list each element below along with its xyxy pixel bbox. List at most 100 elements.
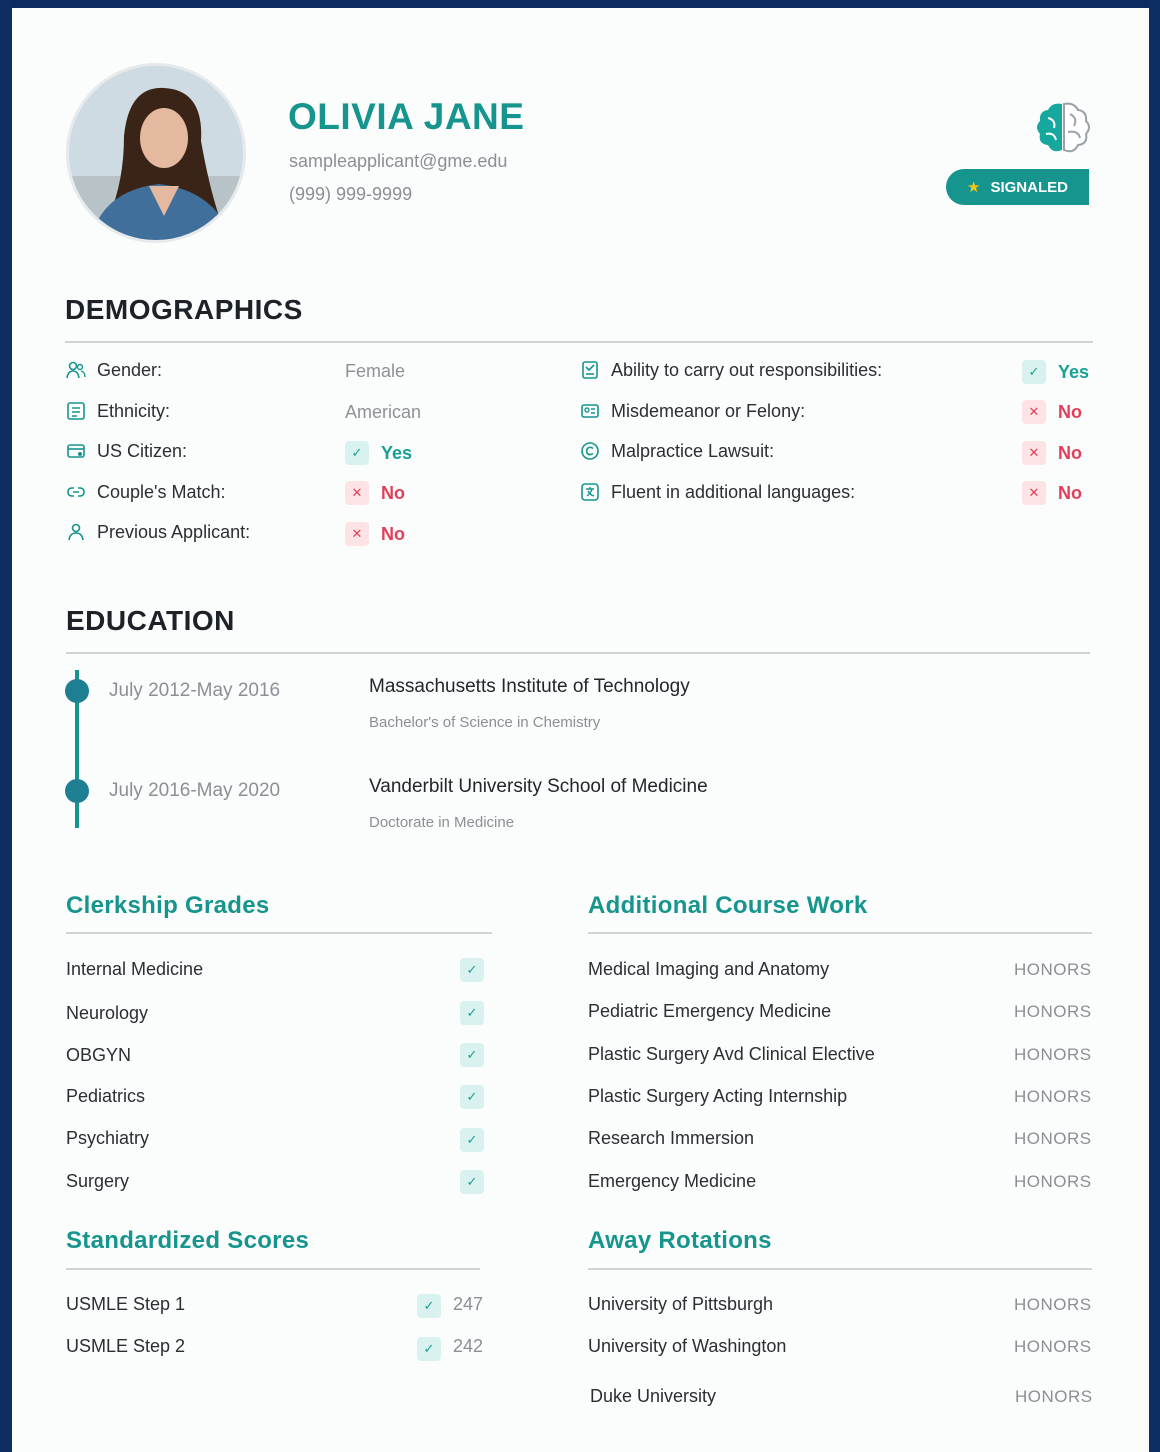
list-item: Surgery	[66, 1171, 130, 1191]
list-item: OBGYN	[66, 1045, 132, 1065]
us-citizen-label: US Citizen:	[97, 440, 188, 461]
signaled-badge-label: SIGNALED	[990, 178, 1068, 196]
education-divider	[66, 652, 1090, 654]
responsibilities-answer: Yes	[1058, 361, 1090, 382]
person-icon	[65, 521, 87, 543]
previous-applicant-answer: No	[381, 523, 405, 544]
previous-applicant-value: ✕ No	[345, 522, 405, 546]
list-item: University of Pittsburgh	[588, 1294, 774, 1314]
ethnicity-row: Ethnicity:	[65, 400, 170, 422]
coursework-heading: Additional Course Work	[588, 892, 868, 919]
timeline-dot	[65, 679, 89, 703]
rotations-divider	[588, 1268, 1092, 1270]
score-value: 242	[453, 1336, 484, 1356]
timeline-dot	[65, 779, 89, 803]
languages-value: ✕ No	[1022, 481, 1082, 505]
list-item: USMLE Step 2	[66, 1336, 186, 1356]
check-icon: ✓	[460, 1043, 484, 1067]
responsibilities-row: Ability to carry out responsibilities:	[579, 359, 882, 381]
list-item: University of Washington	[588, 1336, 787, 1356]
misdemeanor-answer: No	[1058, 401, 1082, 422]
clerkship-divider	[66, 932, 492, 934]
gender-value: Female	[345, 361, 406, 381]
education-school: Vanderbilt University School of Medicine	[369, 776, 708, 797]
education-school: Massachusetts Institute of Technology	[369, 676, 690, 697]
previous-applicant-label: Previous Applicant:	[97, 521, 251, 542]
grade-label: HONORS	[1014, 1295, 1092, 1314]
us-citizen-value: ✓ Yes	[345, 441, 412, 465]
responsibilities-label: Ability to carry out responsibilities:	[611, 359, 883, 380]
link-icon	[65, 481, 87, 503]
list-item: Plastic Surgery Avd Clinical Elective	[588, 1044, 875, 1064]
id-card-icon	[579, 400, 601, 422]
cross-icon: ✕	[345, 481, 369, 505]
grade-label: HONORS	[1014, 1087, 1092, 1106]
passport-icon	[65, 440, 87, 462]
check-icon: ✓	[460, 1128, 484, 1152]
check-icon: ✓	[1022, 360, 1046, 384]
list-item: Duke University	[590, 1386, 717, 1406]
cross-icon: ✕	[1022, 481, 1046, 505]
list-item: Psychiatry	[66, 1128, 150, 1148]
grade-label: HONORS	[1014, 1129, 1092, 1148]
grade-label: HONORS	[1014, 1172, 1092, 1191]
list-item: USMLE Step 1	[66, 1294, 186, 1314]
grade-label: HONORS	[1015, 1387, 1093, 1406]
people-icon	[65, 359, 87, 381]
applicant-email[interactable]: sampleapplicant@gme.edu	[289, 151, 507, 172]
check-icon: ✓	[460, 958, 484, 982]
check-icon: ✓	[417, 1294, 441, 1318]
languages-row: Fluent in additional languages:	[579, 481, 855, 503]
education-dates: July 2016-May 2020	[109, 780, 281, 801]
check-icon: ✓	[460, 1170, 484, 1194]
document-icon	[579, 359, 601, 381]
education-heading: EDUCATION	[66, 605, 235, 636]
copyright-icon	[579, 440, 601, 462]
ethnicity-label: Ethnicity:	[97, 400, 171, 421]
demographics-divider	[65, 341, 1093, 343]
couples-match-row: Couple's Match:	[65, 481, 226, 503]
translate-icon	[579, 481, 601, 503]
list-item: Research Immersion	[588, 1128, 755, 1148]
avatar	[66, 63, 246, 243]
grade-label: HONORS	[1014, 1045, 1092, 1064]
list-item: Emergency Medicine	[588, 1171, 757, 1191]
malpractice-answer: No	[1058, 442, 1082, 463]
couples-match-label: Couple's Match:	[97, 481, 226, 502]
profile-card: OLIVIA JANE sampleapplicant@gme.edu (999…	[12, 8, 1149, 1452]
list-item: Pediatric Emergency Medicine	[588, 1001, 832, 1021]
check-icon: ✓	[345, 441, 369, 465]
languages-answer: No	[1058, 482, 1082, 503]
grade-label: HONORS	[1014, 1337, 1092, 1356]
background-edge-right	[1148, 0, 1160, 1452]
malpractice-value: ✕ No	[1022, 441, 1082, 465]
score-value: 247	[453, 1294, 484, 1314]
responsibilities-value: ✓ Yes	[1022, 360, 1089, 384]
education-degree: Bachelor's of Science in Chemistry	[369, 714, 601, 731]
coursework-divider	[588, 932, 1092, 934]
check-icon: ✓	[417, 1337, 441, 1361]
check-icon: ✓	[460, 1085, 484, 1109]
gender-label: Gender:	[97, 359, 163, 380]
applicant-name: OLIVIA JANE	[288, 96, 525, 137]
grade-label: HONORS	[1014, 960, 1092, 979]
rotations-heading: Away Rotations	[588, 1227, 772, 1254]
star-icon: ★	[967, 179, 981, 196]
couples-match-value: ✕ No	[345, 481, 405, 505]
couples-match-answer: No	[381, 482, 405, 503]
education-dates: July 2012-May 2016	[109, 680, 281, 701]
scores-divider	[66, 1268, 480, 1270]
grade-label: HONORS	[1014, 1002, 1092, 1021]
ethnicity-value: American	[345, 402, 422, 422]
background-edge-left	[0, 0, 12, 1452]
gender-row: Gender:	[65, 359, 162, 381]
cross-icon: ✕	[1022, 400, 1046, 424]
check-icon: ✓	[460, 1001, 484, 1025]
us-citizen-row: US Citizen:	[65, 440, 187, 462]
misdemeanor-row: Misdemeanor or Felony:	[579, 400, 805, 422]
list-item: Plastic Surgery Acting Internship	[588, 1086, 848, 1106]
cross-icon: ✕	[1022, 441, 1046, 465]
clerkship-heading: Clerkship Grades	[66, 892, 270, 919]
languages-label: Fluent in additional languages:	[611, 481, 856, 502]
us-citizen-answer: Yes	[381, 442, 413, 463]
